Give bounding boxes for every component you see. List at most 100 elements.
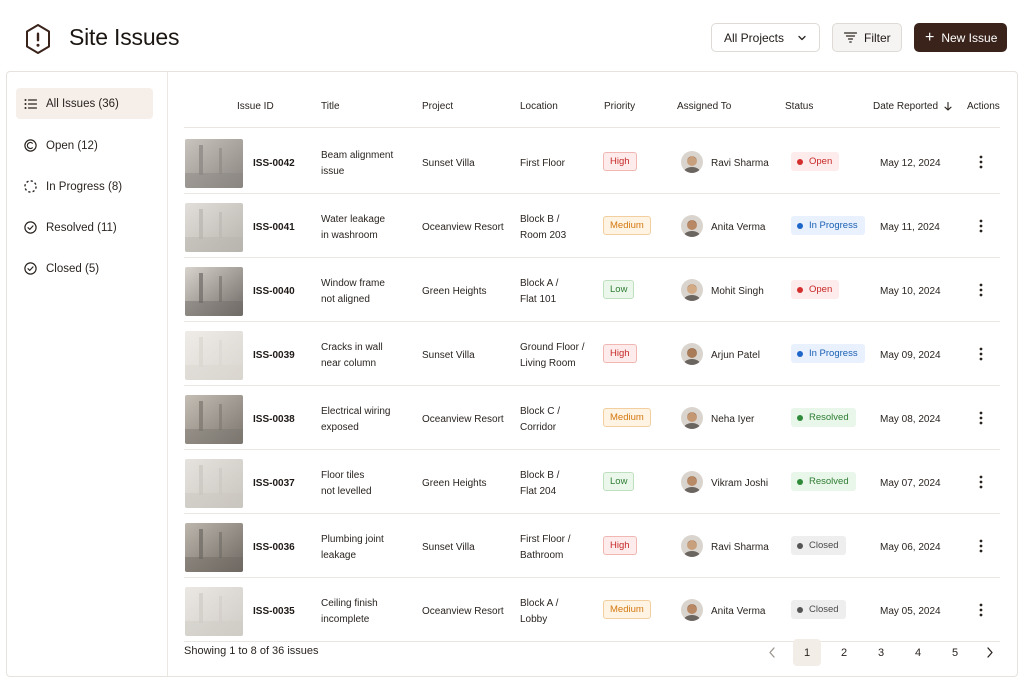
cell-line: Flat 204 xyxy=(520,485,557,497)
date-reported: May 10, 2024 xyxy=(880,286,941,297)
sidebar-item-open[interactable]: Open (12) xyxy=(16,130,153,161)
more-vertical-icon[interactable] xyxy=(979,219,983,233)
pagination-next[interactable] xyxy=(976,639,1004,666)
sidebar-item-label: All Issues (36) xyxy=(46,97,119,110)
dashed-circle-icon xyxy=(24,180,37,193)
issue-photo[interactable] xyxy=(185,331,243,380)
new-issue-button[interactable]: + New Issue xyxy=(914,23,1007,52)
more-vertical-icon[interactable] xyxy=(979,347,983,361)
column-header-status[interactable]: Status xyxy=(785,101,813,112)
issue-id[interactable]: ISS-0037 xyxy=(253,476,295,492)
issue-photo[interactable] xyxy=(185,587,243,636)
issue-id[interactable]: ISS-0036 xyxy=(253,540,295,556)
table-row[interactable]: ISS-0041 Water leakage in washroom Oceanv… xyxy=(184,194,1000,258)
column-header-assigned-to[interactable]: Assigned To xyxy=(677,101,731,112)
more-vertical-icon[interactable] xyxy=(979,475,983,489)
project-select[interactable]: All Projects xyxy=(711,23,820,52)
issue-photo[interactable] xyxy=(185,139,243,188)
main-panel: All Issues (36) Open (12) In Progress (8… xyxy=(6,71,1018,677)
priority-badge: High xyxy=(603,344,637,363)
header-divider xyxy=(184,127,1000,128)
status-dot xyxy=(797,606,803,613)
column-header-location[interactable]: Location xyxy=(520,101,558,112)
filter-button-label: Filter xyxy=(864,30,891,45)
issue-title[interactable]: Beam alignment issue xyxy=(321,148,393,179)
priority-badge: Medium xyxy=(603,408,651,427)
table-row[interactable]: ISS-0040 Window frame not aligned Green H… xyxy=(184,258,1000,322)
plus-icon: + xyxy=(925,28,935,46)
column-header-project[interactable]: Project xyxy=(422,101,453,112)
issue-project: Oceanview Resort xyxy=(422,606,504,617)
cell-line: Ceiling finish xyxy=(321,598,378,609)
status-badge: Resolved xyxy=(791,472,856,491)
issue-id[interactable]: ISS-0035 xyxy=(253,604,295,620)
issue-title[interactable]: Ceiling finish incomplete xyxy=(321,596,378,627)
table-row[interactable]: ISS-0036 Plumbing joint leakage Sunset Vi… xyxy=(184,514,1000,578)
issue-project: Sunset Villa xyxy=(422,158,475,169)
date-reported: May 08, 2024 xyxy=(880,414,941,425)
issue-location: Block A / Flat 101 xyxy=(520,276,558,307)
issue-id[interactable]: ISS-0039 xyxy=(253,348,295,364)
table-row[interactable]: ISS-0037 Floor tiles not levelled Green H… xyxy=(184,450,1000,514)
filter-button[interactable]: Filter xyxy=(832,23,902,52)
cell-line: Room 203 xyxy=(520,229,567,241)
column-header-issue-id[interactable]: Issue ID xyxy=(237,101,274,112)
issue-id[interactable]: ISS-0042 xyxy=(253,156,295,172)
priority-badge: Low xyxy=(603,472,635,491)
column-header-date-reported[interactable]: Date Reported xyxy=(873,101,952,112)
cell-line: Floor tiles xyxy=(321,470,365,481)
sidebar-item-resolved[interactable]: Resolved (11) xyxy=(16,212,153,243)
issue-project: Green Heights xyxy=(422,478,487,489)
issue-photo[interactable] xyxy=(185,267,243,316)
pagination-prev[interactable] xyxy=(758,639,786,666)
issue-title[interactable]: Window frame not aligned xyxy=(321,276,385,307)
table-row[interactable]: ISS-0039 Cracks in wall near column Sunse… xyxy=(184,322,1000,386)
priority-badge: High xyxy=(603,152,637,171)
pagination-page-1[interactable]: 1 xyxy=(793,639,821,666)
column-header-priority[interactable]: Priority xyxy=(604,101,635,112)
cell-line: Flat 101 xyxy=(520,293,557,305)
status-dot xyxy=(797,542,803,549)
issue-title[interactable]: Water leakage in washroom xyxy=(321,212,385,243)
more-vertical-icon[interactable] xyxy=(979,155,983,169)
table-row[interactable]: ISS-0038 Electrical wiring exposed Oceanv… xyxy=(184,386,1000,450)
issue-title[interactable]: Plumbing joint leakage xyxy=(321,532,384,563)
pagination-page-2[interactable]: 2 xyxy=(830,639,858,666)
table-row[interactable]: ISS-0035 Ceiling finish incomplete Oceanv… xyxy=(184,578,1000,642)
priority-badge: Medium xyxy=(603,600,651,619)
chevron-left-icon xyxy=(769,647,775,658)
more-vertical-icon[interactable] xyxy=(979,603,983,617)
date-reported: May 12, 2024 xyxy=(880,158,941,169)
status-dot xyxy=(797,286,803,293)
sidebar-item-closed[interactable]: Closed (5) xyxy=(16,253,153,284)
issue-id[interactable]: ISS-0041 xyxy=(253,220,295,236)
cell-line: Corridor xyxy=(520,421,557,433)
priority-badge: Low xyxy=(603,280,635,299)
column-header-title[interactable]: Title xyxy=(321,101,340,112)
issue-photo[interactable] xyxy=(185,203,243,252)
issue-photo[interactable] xyxy=(185,395,243,444)
issue-project: Sunset Villa xyxy=(422,350,475,361)
cell-line: exposed xyxy=(321,421,359,433)
sidebar-item-in-progress[interactable]: In Progress (8) xyxy=(16,171,153,202)
issue-photo[interactable] xyxy=(185,459,243,508)
more-vertical-icon[interactable] xyxy=(979,283,983,297)
issue-id[interactable]: ISS-0038 xyxy=(253,412,295,428)
cell-line: Block A / xyxy=(520,598,559,609)
issue-title[interactable]: Cracks in wall near column xyxy=(321,340,383,371)
issue-title[interactable]: Floor tiles not levelled xyxy=(321,468,372,499)
sidebar-item-all-issues[interactable]: All Issues (36) xyxy=(16,88,153,119)
assignee-name: Anita Verma xyxy=(711,606,766,617)
cell-line: Beam alignment xyxy=(321,150,394,161)
alert-hexagon-icon xyxy=(26,24,50,54)
issue-photo[interactable] xyxy=(185,523,243,572)
more-vertical-icon[interactable] xyxy=(979,539,983,553)
more-vertical-icon[interactable] xyxy=(979,411,983,425)
issue-title[interactable]: Electrical wiring exposed xyxy=(321,404,390,435)
table-row[interactable]: ISS-0042 Beam alignment issue Sunset Vill… xyxy=(184,130,1000,194)
pagination-page-5[interactable]: 5 xyxy=(941,639,969,666)
pagination-page-4[interactable]: 4 xyxy=(904,639,932,666)
cell-line: Bathroom xyxy=(520,549,564,561)
pagination-page-3[interactable]: 3 xyxy=(867,639,895,666)
issue-id[interactable]: ISS-0040 xyxy=(253,284,295,300)
